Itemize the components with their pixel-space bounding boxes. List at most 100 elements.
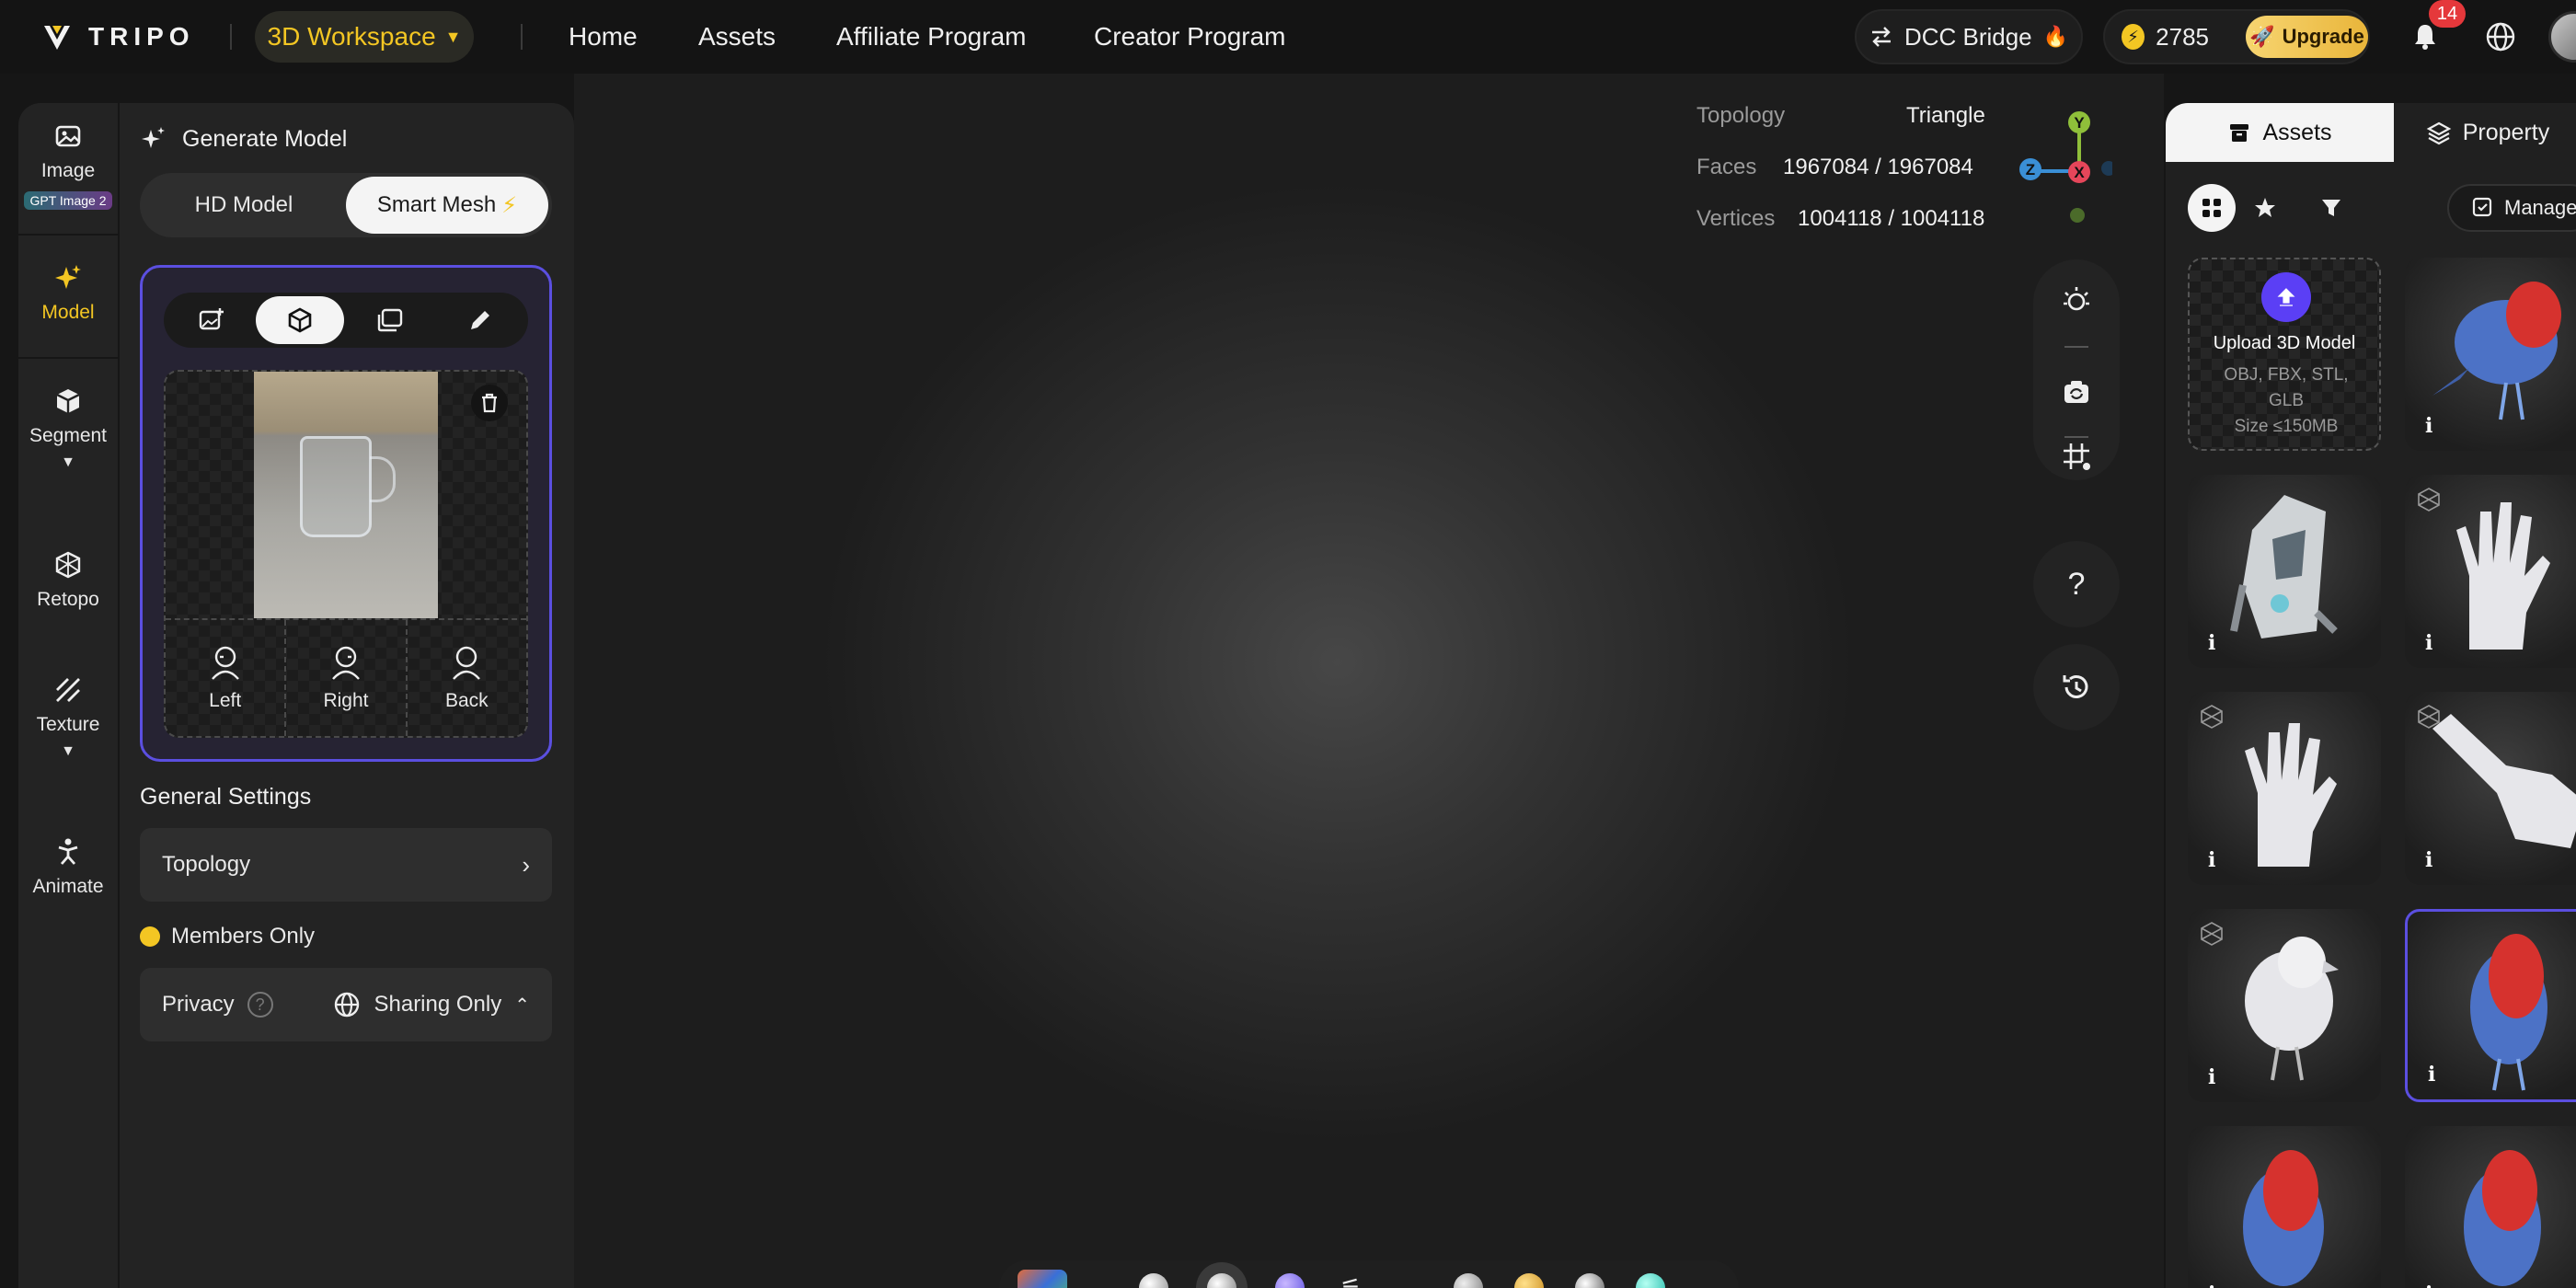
nav-assets[interactable]: Assets — [698, 20, 776, 53]
view-slot-left[interactable]: Left — [166, 620, 287, 736]
glass-mug-shape — [300, 436, 372, 537]
chrome-sphere-icon[interactable] — [1575, 1273, 1604, 1288]
rail-retopo[interactable]: Retopo — [18, 548, 118, 611]
filter-funnel-button[interactable] — [2307, 184, 2355, 232]
credits-count: 2785 — [2156, 22, 2209, 51]
chevron-down-icon[interactable]: ▼ — [61, 454, 75, 471]
help-button[interactable]: ? — [2033, 541, 2120, 627]
asset-info-icon[interactable]: i — [2425, 631, 2432, 655]
help-circle-icon[interactable]: ? — [247, 992, 273, 1018]
axis-x-label: X — [2074, 164, 2085, 181]
gallery-mode-button[interactable] — [346, 296, 434, 344]
teal-sphere-icon[interactable] — [1636, 1273, 1665, 1288]
asset-info-icon[interactable]: i — [2208, 631, 2215, 655]
image-plus-icon — [199, 308, 224, 330]
grid-toggle-icon[interactable] — [2060, 440, 2093, 473]
clay-sphere-icon[interactable] — [1139, 1273, 1168, 1288]
rail-image[interactable]: Image GPT Image 2 — [18, 120, 118, 210]
rail-model[interactable]: Model — [18, 261, 118, 324]
privacy-dropdown[interactable]: Sharing Only ⌃ — [333, 991, 530, 1018]
asset-info-icon[interactable]: i — [2425, 414, 2432, 438]
tripo-logo[interactable]: TRIPO — [40, 20, 195, 53]
history-button[interactable] — [2033, 644, 2120, 730]
red-blue-bird-thumbnail — [2243, 1150, 2324, 1286]
asset-card[interactable]: i — [2405, 692, 2576, 885]
image-drop-zone[interactable]: Left Right Back — [164, 370, 528, 738]
view-slot-back[interactable]: Back — [408, 620, 526, 736]
cube-icon — [288, 307, 312, 333]
view-left-label: Left — [209, 690, 242, 711]
multiview-mode-button[interactable] — [256, 296, 344, 344]
panel-title-text: Generate Model — [182, 125, 348, 152]
stat-vertices: Vertices 1004118 / 1004118 — [1696, 206, 1984, 232]
rail-segment[interactable]: Segment ▼ — [18, 385, 118, 471]
sketch-mode-button[interactable] — [436, 296, 524, 344]
lighting-icon[interactable] — [2060, 283, 2093, 316]
language-globe-icon[interactable] — [2484, 20, 2517, 53]
matte-sphere-icon[interactable] — [1454, 1273, 1483, 1288]
asset-card[interactable]: i — [2405, 475, 2576, 668]
nav-creator-program[interactable]: Creator Program — [1094, 20, 1286, 53]
smart-mesh-button[interactable]: Smart Mesh ⚡ — [346, 177, 548, 234]
camera-switch-icon[interactable] — [2060, 375, 2093, 408]
asset-card[interactable]: i — [2188, 692, 2381, 885]
tab-property[interactable]: Property — [2396, 103, 2576, 162]
asset-info-icon[interactable]: i — [2425, 1282, 2432, 1288]
gpt-image-tag: GPT Image 2 — [24, 191, 112, 210]
adjust-sliders-icon[interactable]: ⚟ — [1336, 1273, 1365, 1288]
texture-hatch-icon — [56, 678, 80, 702]
workspace-dropdown[interactable]: 3D Workspace ▼ — [255, 11, 474, 63]
view-slots: Left Right Back — [166, 618, 526, 736]
normal-sphere-icon[interactable] — [1275, 1273, 1305, 1288]
hd-model-button[interactable]: HD Model — [144, 177, 344, 234]
single-image-mode-button[interactable] — [167, 296, 256, 344]
tab-assets[interactable]: Assets — [2166, 103, 2394, 162]
asset-card[interactable]: i — [2405, 258, 2576, 451]
filter-favorites-button[interactable] — [2241, 184, 2289, 232]
nav-home[interactable]: Home — [569, 20, 638, 53]
filter-all-button[interactable] — [2188, 184, 2236, 232]
credits-pill[interactable]: ⚡ 2785 🚀 Upgrade — [2103, 9, 2370, 64]
material-toolbar: ⚟ — [999, 1260, 1739, 1288]
chevron-down-icon[interactable]: ▼ — [61, 743, 75, 760]
asset-card[interactable]: i — [2188, 475, 2381, 668]
person-left-view-icon — [211, 646, 239, 680]
privacy-value: Sharing Only — [374, 992, 502, 1017]
delete-image-button[interactable] — [471, 385, 508, 421]
asset-card[interactable]: i — [2188, 1126, 2381, 1288]
upgrade-button[interactable]: 🚀 Upgrade — [2246, 16, 2368, 58]
asset-card-selected[interactable]: i — [2405, 909, 2576, 1102]
gold-sphere-icon[interactable] — [1514, 1273, 1544, 1288]
dcc-bridge-button[interactable]: DCC Bridge 🔥 — [1855, 9, 2083, 64]
retopo-mesh-icon — [55, 551, 81, 579]
upload-arrow-icon — [2261, 272, 2311, 322]
upload-3d-model-card[interactable]: Upload 3D Model OBJ, FBX, STL, GLB Size … — [2188, 258, 2381, 451]
axis-y-negative-dot[interactable] — [2070, 208, 2085, 223]
user-avatar[interactable] — [2548, 11, 2576, 63]
axis-gizmo[interactable]: Y Z X — [2011, 107, 2112, 199]
stat-vertices-value: 1004118 / 1004118 — [1798, 206, 1985, 231]
stat-faces-value: 1967084 / 1967084 — [1783, 155, 1973, 179]
model-quality-toggle: HD Model Smart Mesh ⚡ — [140, 173, 552, 237]
asset-info-icon[interactable]: i — [2425, 848, 2432, 872]
material-preview-icon[interactable] — [1018, 1270, 1067, 1288]
asset-info-icon[interactable]: i — [2208, 1282, 2215, 1288]
rail-animate[interactable]: Animate — [18, 835, 118, 898]
topology-setting-row[interactable]: Topology › — [140, 828, 552, 902]
3d-viewport[interactable] — [574, 74, 2164, 1288]
swap-arrows-icon — [1871, 27, 1891, 47]
rail-texture[interactable]: Texture ▼ — [18, 673, 118, 760]
asset-info-icon[interactable]: i — [2208, 1065, 2215, 1089]
view-slot-right[interactable]: Right — [286, 620, 408, 736]
view-back-label: Back — [444, 690, 489, 711]
manage-button[interactable]: Manage — [2447, 184, 2576, 232]
asset-card[interactable]: i — [2405, 1126, 2576, 1288]
asset-info-icon[interactable]: i — [2208, 848, 2215, 872]
members-only-label: Members Only — [171, 924, 316, 949]
stat-topology-label: Topology — [1696, 103, 1786, 128]
asset-card[interactable]: i — [2188, 909, 2381, 1102]
nav-affiliate-program[interactable]: Affiliate Program — [836, 20, 1026, 53]
stat-vertices-label: Vertices — [1696, 206, 1776, 231]
asset-info-icon[interactable]: i — [2428, 1063, 2435, 1087]
robot-mech-thumbnail — [2230, 495, 2338, 638]
